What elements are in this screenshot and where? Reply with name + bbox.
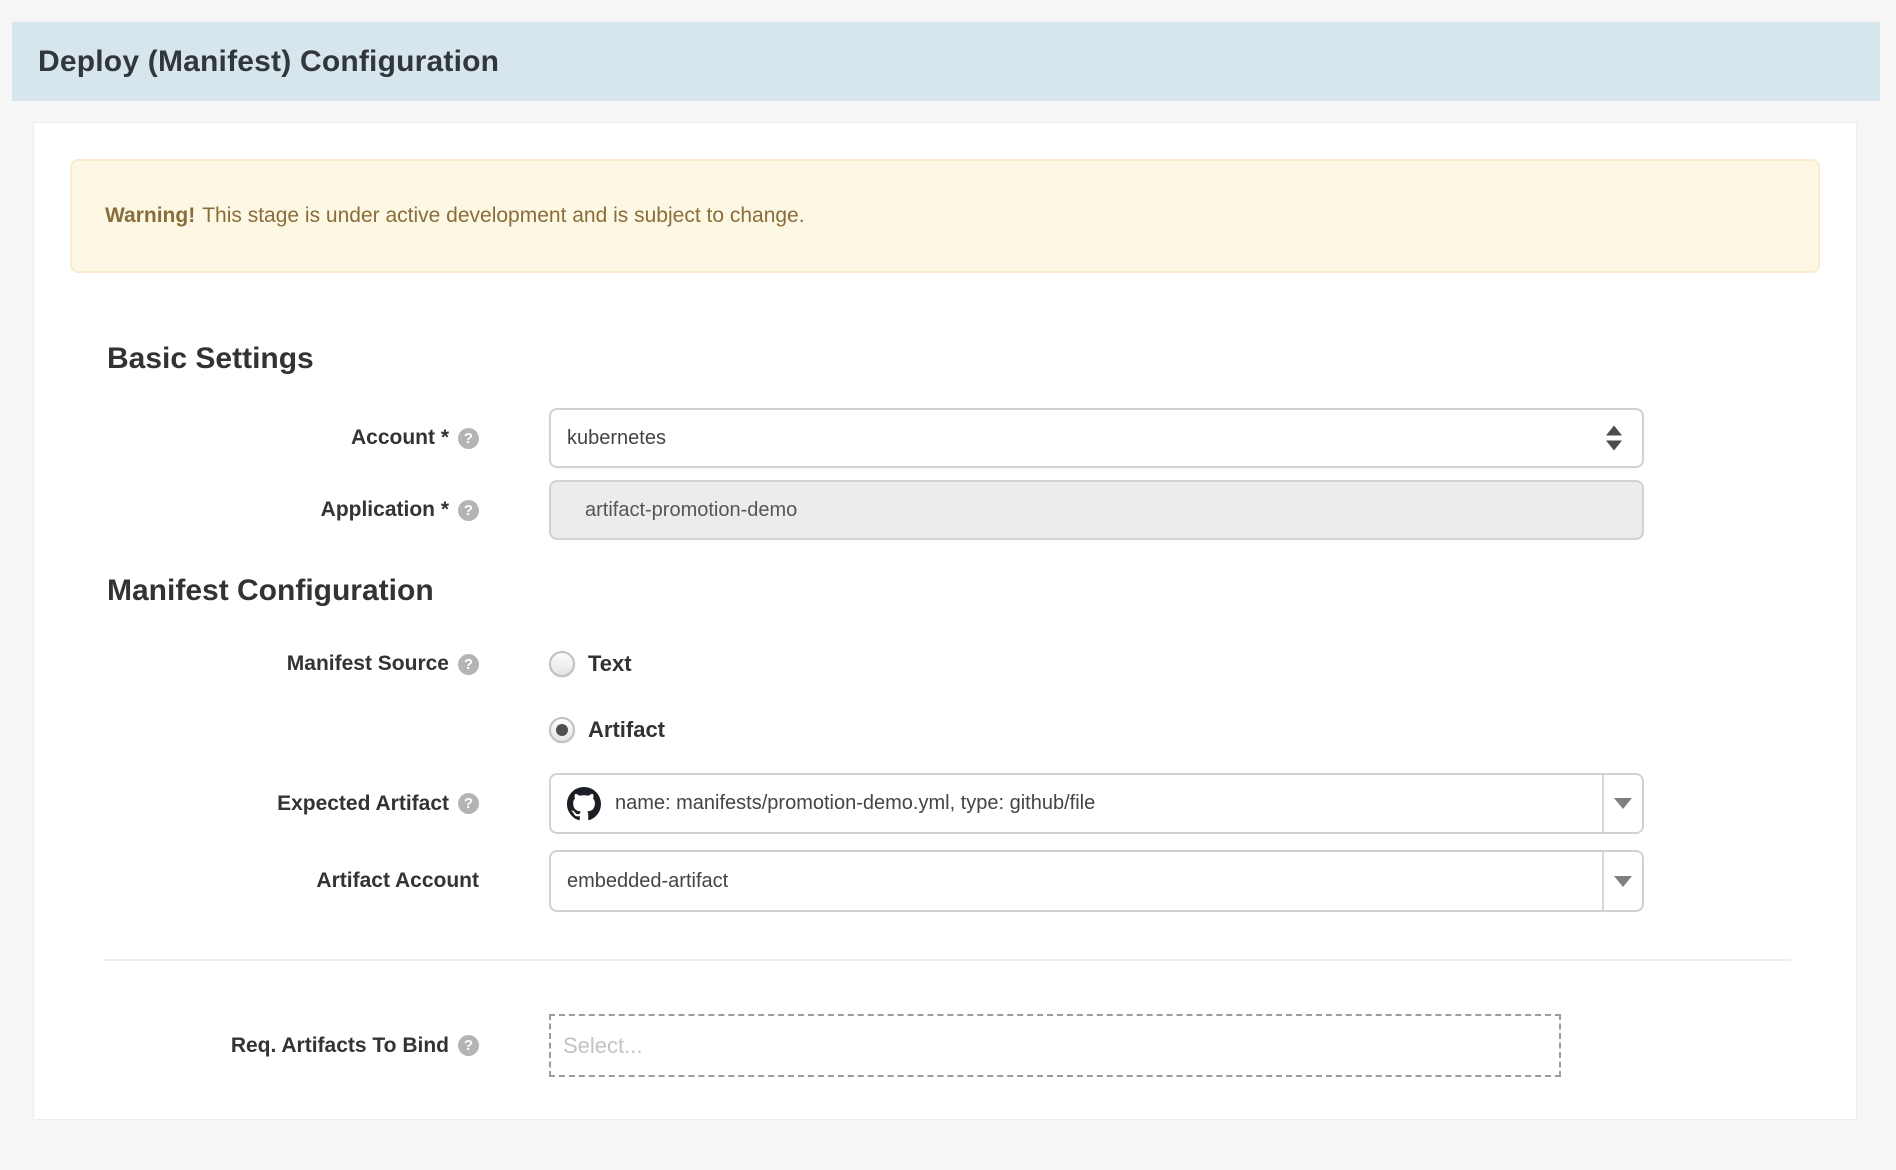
manifest-source-options: Text Artifact [549, 651, 665, 743]
application-field-col [549, 480, 1644, 540]
application-label-col: Application * ? [34, 498, 479, 522]
account-help-icon[interactable]: ? [458, 428, 479, 449]
req-artifacts-help-icon[interactable]: ? [458, 1035, 479, 1056]
expected-artifact-label-col: Expected Artifact ? [34, 792, 479, 816]
expected-artifact-row: Expected Artifact ? name: manifests/prom… [34, 773, 1856, 834]
req-artifacts-label: Req. Artifacts To Bind [231, 1034, 449, 1058]
manifest-source-label: Manifest Source [287, 651, 449, 677]
expected-artifact-value: name: manifests/promotion-demo.yml, type… [615, 792, 1095, 815]
radio-artifact-icon[interactable] [549, 717, 575, 743]
radio-text-icon[interactable] [549, 651, 575, 677]
radio-text-label[interactable]: Text [588, 651, 632, 677]
application-label: Application * [321, 498, 449, 522]
github-icon [567, 787, 601, 821]
application-help-icon[interactable]: ? [458, 500, 479, 521]
artifact-account-label: Artifact Account [316, 869, 479, 893]
application-input[interactable] [549, 480, 1644, 540]
manifest-source-row: Manifest Source ? Text Artifact [34, 651, 1856, 743]
req-artifacts-field-col: Select... [549, 1014, 1561, 1077]
expected-artifact-select[interactable]: name: manifests/promotion-demo.yml, type… [549, 773, 1644, 834]
warning-alert: Warning! This stage is under active devel… [70, 159, 1820, 273]
dropdown-caret [1602, 775, 1642, 832]
manifest-source-option-text[interactable]: Text [549, 651, 665, 677]
manifest-source-option-artifact[interactable]: Artifact [549, 717, 665, 743]
radio-artifact-label[interactable]: Artifact [588, 717, 665, 743]
artifact-account-select[interactable]: embedded-artifact [549, 850, 1644, 912]
req-artifacts-row: Req. Artifacts To Bind ? Select... [34, 1014, 1856, 1077]
chevron-down-icon [1614, 876, 1632, 887]
radio-artifact-dot [556, 724, 568, 736]
req-artifacts-select[interactable]: Select... [549, 1014, 1561, 1077]
artifact-account-label-col: Artifact Account [34, 869, 479, 893]
req-artifacts-placeholder: Select... [563, 1033, 642, 1059]
warning-label: Warning! [105, 204, 195, 227]
req-artifacts-label-col: Req. Artifacts To Bind ? [34, 1034, 479, 1058]
account-field-col: kubernetes [549, 408, 1644, 468]
manifest-source-label-col: Manifest Source ? [34, 651, 479, 677]
account-label-col: Account * ? [34, 426, 479, 450]
artifact-account-row: Artifact Account embedded-artifact [34, 850, 1856, 912]
section-divider [103, 959, 1791, 961]
chevron-down-icon [1614, 798, 1632, 809]
artifact-account-field-col: embedded-artifact [549, 850, 1644, 912]
warning-message: This stage is under active development a… [202, 204, 804, 227]
application-row: Application * ? [34, 480, 1856, 540]
page-title: Deploy (Manifest) Configuration [38, 45, 499, 79]
warning-text: Warning! This stage is under active devel… [105, 204, 805, 228]
stage-config-header: Deploy (Manifest) Configuration [12, 22, 1880, 101]
stage-config-card: Warning! This stage is under active devel… [33, 122, 1857, 1120]
account-select[interactable]: kubernetes [549, 408, 1644, 468]
section-heading-basic-settings: Basic Settings [107, 341, 1856, 377]
section-heading-manifest-configuration: Manifest Configuration [107, 573, 1856, 609]
account-row: Account * ? kubernetes [34, 408, 1856, 468]
manifest-source-help-icon[interactable]: ? [458, 654, 479, 675]
select-updown-icon [1606, 426, 1622, 451]
expected-artifact-help-icon[interactable]: ? [458, 793, 479, 814]
expected-artifact-label: Expected Artifact [277, 792, 449, 816]
expected-artifact-field-col: name: manifests/promotion-demo.yml, type… [549, 773, 1644, 834]
account-select-value: kubernetes [567, 427, 666, 450]
account-label: Account * [351, 426, 449, 450]
artifact-account-value: embedded-artifact [567, 870, 728, 893]
deploy-manifest-config-screen: Deploy (Manifest) Configuration Warning!… [0, 22, 1896, 1170]
dropdown-caret [1602, 852, 1642, 910]
